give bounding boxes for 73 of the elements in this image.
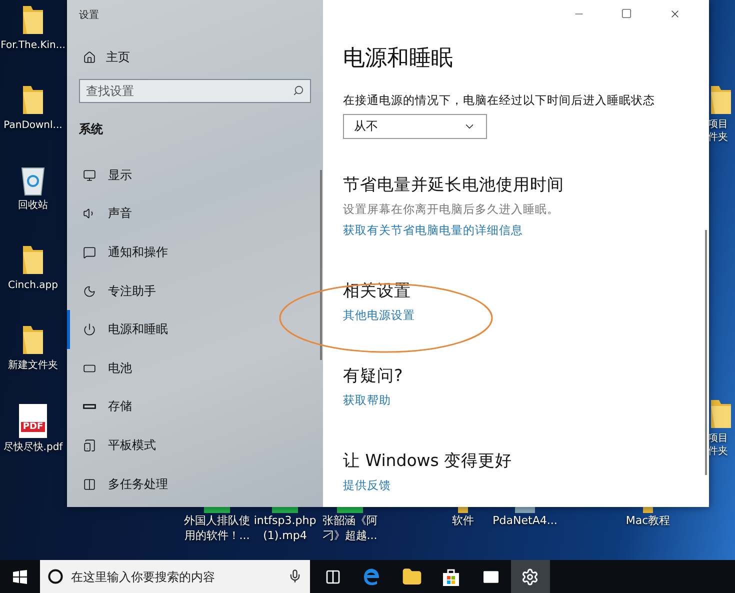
microphone-icon xyxy=(288,569,302,583)
maximize-button[interactable] xyxy=(621,8,633,20)
shopping-bag-icon xyxy=(442,566,460,586)
desktop-icon-label[interactable]: 新建文件夹 xyxy=(8,359,58,372)
file-type-label: PDF xyxy=(20,422,46,432)
taskbar-app-button[interactable] xyxy=(510,560,550,593)
settings-link[interactable]: 获取帮助 xyxy=(343,393,391,408)
folder-icon xyxy=(708,398,734,430)
search-field[interactable]: 查找设置 xyxy=(79,79,311,103)
section-description: 设置屏幕在你离开电脑后多久进入睡眠。 xyxy=(343,202,559,217)
desktop-icon-label[interactable]: 张韶涵《阿 刁》超越... xyxy=(322,513,378,543)
sidebar-item[interactable]: 专注助手 xyxy=(67,272,311,310)
desktop-icon-label[interactable]: Cinch.app xyxy=(8,279,58,292)
sidebar-item[interactable]: 声音 xyxy=(67,194,311,234)
window-title: 设置 xyxy=(79,8,99,22)
desktop-icon-label[interactable]: 回收站 xyxy=(18,199,48,212)
settings-link[interactable]: 获取有关节省电脑电量的详细信息 xyxy=(343,223,523,238)
folder-icon xyxy=(708,84,734,116)
desktop-icon-label[interactable]: 项目 件夹 xyxy=(708,118,728,144)
section-heading: 有疑问? xyxy=(343,365,403,387)
taskbar-search-field[interactable]: 在这里输入你要搜索的内容 xyxy=(40,560,310,593)
sidebar-item[interactable]: 平板模式 xyxy=(67,426,311,465)
close-icon xyxy=(669,8,681,20)
folder-icon xyxy=(20,244,46,276)
power-icon xyxy=(83,323,96,336)
desktop-icon-label[interactable]: PdaNetA4... xyxy=(492,513,558,528)
home-icon xyxy=(83,50,96,64)
sidebar-item[interactable]: 显示 xyxy=(67,156,311,195)
monitor-icon xyxy=(83,168,96,182)
folder-icon xyxy=(402,566,422,586)
folder-icon xyxy=(20,324,46,356)
desktop-icon-label[interactable]: PanDownl... xyxy=(4,119,62,132)
folder-icon xyxy=(20,84,46,116)
desktop-icon-label[interactable]: 尽快尽快.pdf xyxy=(3,441,63,454)
desktop-icon-label[interactable]: Mac教程 xyxy=(626,513,670,528)
close-button[interactable] xyxy=(669,8,681,20)
sleep-label: 在接通电源的情况下，电脑在经过以下时间后进入睡眠状态 xyxy=(343,93,655,108)
sidebar-item[interactable]: 多任务处理 xyxy=(67,464,311,504)
app-icon xyxy=(515,507,535,513)
tablet-icon xyxy=(83,438,96,452)
video-file-icon xyxy=(272,507,298,513)
task-view-icon xyxy=(324,568,341,584)
folder-icon xyxy=(20,4,46,36)
settings-link[interactable]: 提供反馈 xyxy=(343,478,391,493)
settings-link[interactable]: 其他电源设置 xyxy=(343,308,415,323)
sidebar-item[interactable]: 存储 xyxy=(67,388,311,426)
windows-logo-icon xyxy=(13,570,27,584)
folder-icon xyxy=(458,507,468,513)
page-title: 电源和睡眠 xyxy=(343,45,453,73)
sidebar-item[interactable]: 电源和睡眠 xyxy=(67,310,311,349)
desktop-icon-label[interactable]: 项目 件夹 xyxy=(708,432,728,458)
settings-icon xyxy=(521,568,540,586)
moon-icon xyxy=(83,284,96,298)
desktop-icon-label[interactable]: intfsp3.php (1).mp4 xyxy=(254,513,316,543)
video-file-icon xyxy=(337,507,363,513)
storage-icon xyxy=(83,404,96,410)
section-heading: 系统 xyxy=(79,121,103,138)
video-file-icon xyxy=(204,507,230,513)
sidebar-item[interactable]: 通知和操作 xyxy=(67,233,311,272)
sleep-dropdown[interactable]: 从不 xyxy=(343,114,487,139)
columns-icon xyxy=(83,478,96,491)
section-heading: 让 Windows 变得更好 xyxy=(343,450,512,472)
desktop-icon-label[interactable]: 软件 xyxy=(452,513,474,528)
section-heading: 节省电量并延长电池使用时间 xyxy=(343,174,564,196)
maximize-icon xyxy=(621,8,632,19)
desktop-icon-label[interactable]: For.The.Kin... xyxy=(0,39,66,52)
desktop-icon-label[interactable]: 外国人排队使 用的软件！... xyxy=(184,513,250,543)
search-icon xyxy=(293,85,304,96)
home-link[interactable]: 主页 xyxy=(79,46,130,68)
folder-icon xyxy=(643,507,653,513)
circle-icon xyxy=(48,569,63,584)
sidebar-item[interactable]: 电池 xyxy=(67,348,311,388)
speech-bubble-icon xyxy=(83,246,96,259)
